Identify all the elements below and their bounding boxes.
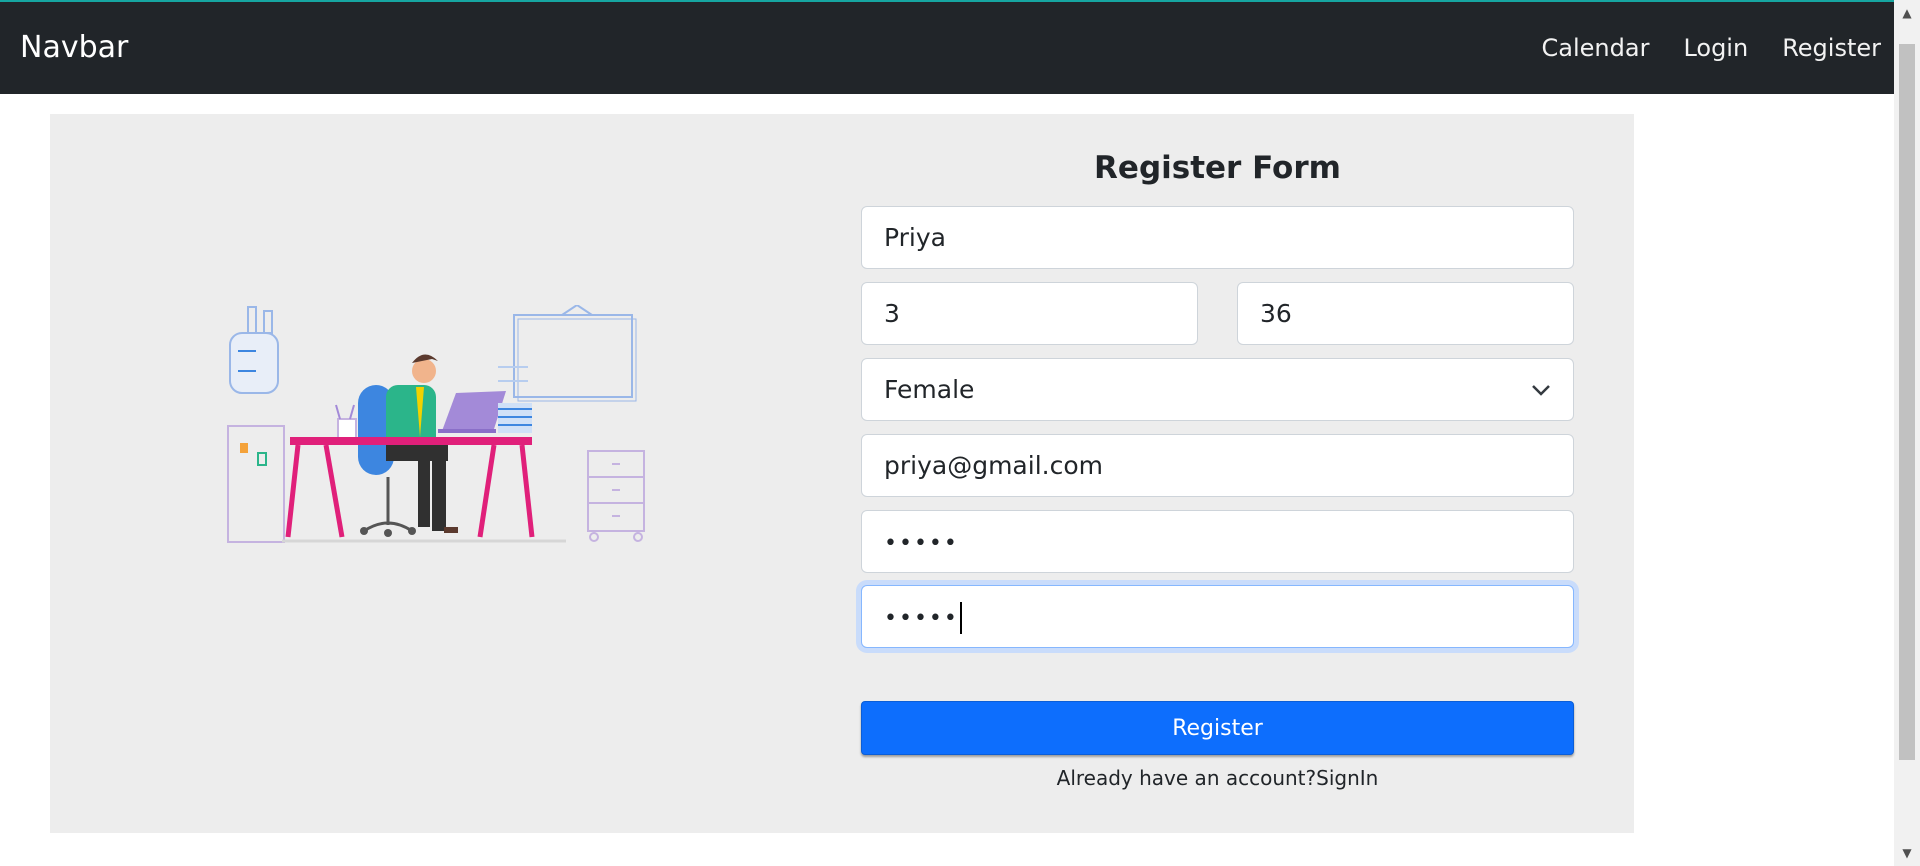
water-cooler-drawing (227, 306, 285, 543)
laptop-drawing (438, 391, 506, 433)
form-title: Register Form (1094, 150, 1341, 186)
signin-prompt: Already have an account?SignIn (861, 766, 1574, 790)
filing-cabinet-drawing (587, 450, 645, 542)
password-input[interactable]: ••••• (861, 510, 1574, 573)
signin-link[interactable]: SignIn (1316, 766, 1378, 790)
text-caret (959, 602, 962, 634)
gender-selected-value: Female (884, 375, 975, 404)
paper-stack-drawing (498, 403, 532, 433)
office-illustration (227, 305, 645, 543)
navbar: Navbar Calendar Login Register (0, 2, 1894, 94)
field-3-input[interactable] (1237, 282, 1574, 345)
nav-link-register[interactable]: Register (1782, 34, 1881, 62)
pen-cup-drawing (335, 404, 357, 440)
gender-select[interactable]: Female (861, 358, 1574, 421)
confirm-password-masked-value: ••••• (884, 606, 959, 631)
scroll-down-arrow-icon[interactable]: ▼ (1894, 842, 1920, 864)
whiteboard-drawing (498, 305, 637, 402)
scroll-up-arrow-icon[interactable]: ▲ (1894, 2, 1920, 24)
nav-link-login[interactable]: Login (1683, 34, 1748, 62)
nav-link-calendar[interactable]: Calendar (1542, 34, 1650, 62)
navbar-brand[interactable]: Navbar (20, 2, 128, 94)
nav-links: Calendar Login Register (1508, 2, 1881, 94)
scrollbar-thumb[interactable] (1899, 44, 1915, 760)
confirm-password-input[interactable]: ••••• (861, 585, 1574, 648)
signin-prompt-text: Already have an account? (1056, 766, 1317, 790)
vertical-scrollbar[interactable]: ▲ ▼ (1894, 0, 1920, 866)
password-masked-value: ••••• (884, 531, 959, 556)
email-input[interactable] (861, 434, 1574, 497)
chevron-down-icon (1532, 384, 1550, 396)
name-input[interactable] (861, 206, 1574, 269)
field-2-input[interactable] (861, 282, 1198, 345)
register-button[interactable]: Register (861, 701, 1574, 755)
